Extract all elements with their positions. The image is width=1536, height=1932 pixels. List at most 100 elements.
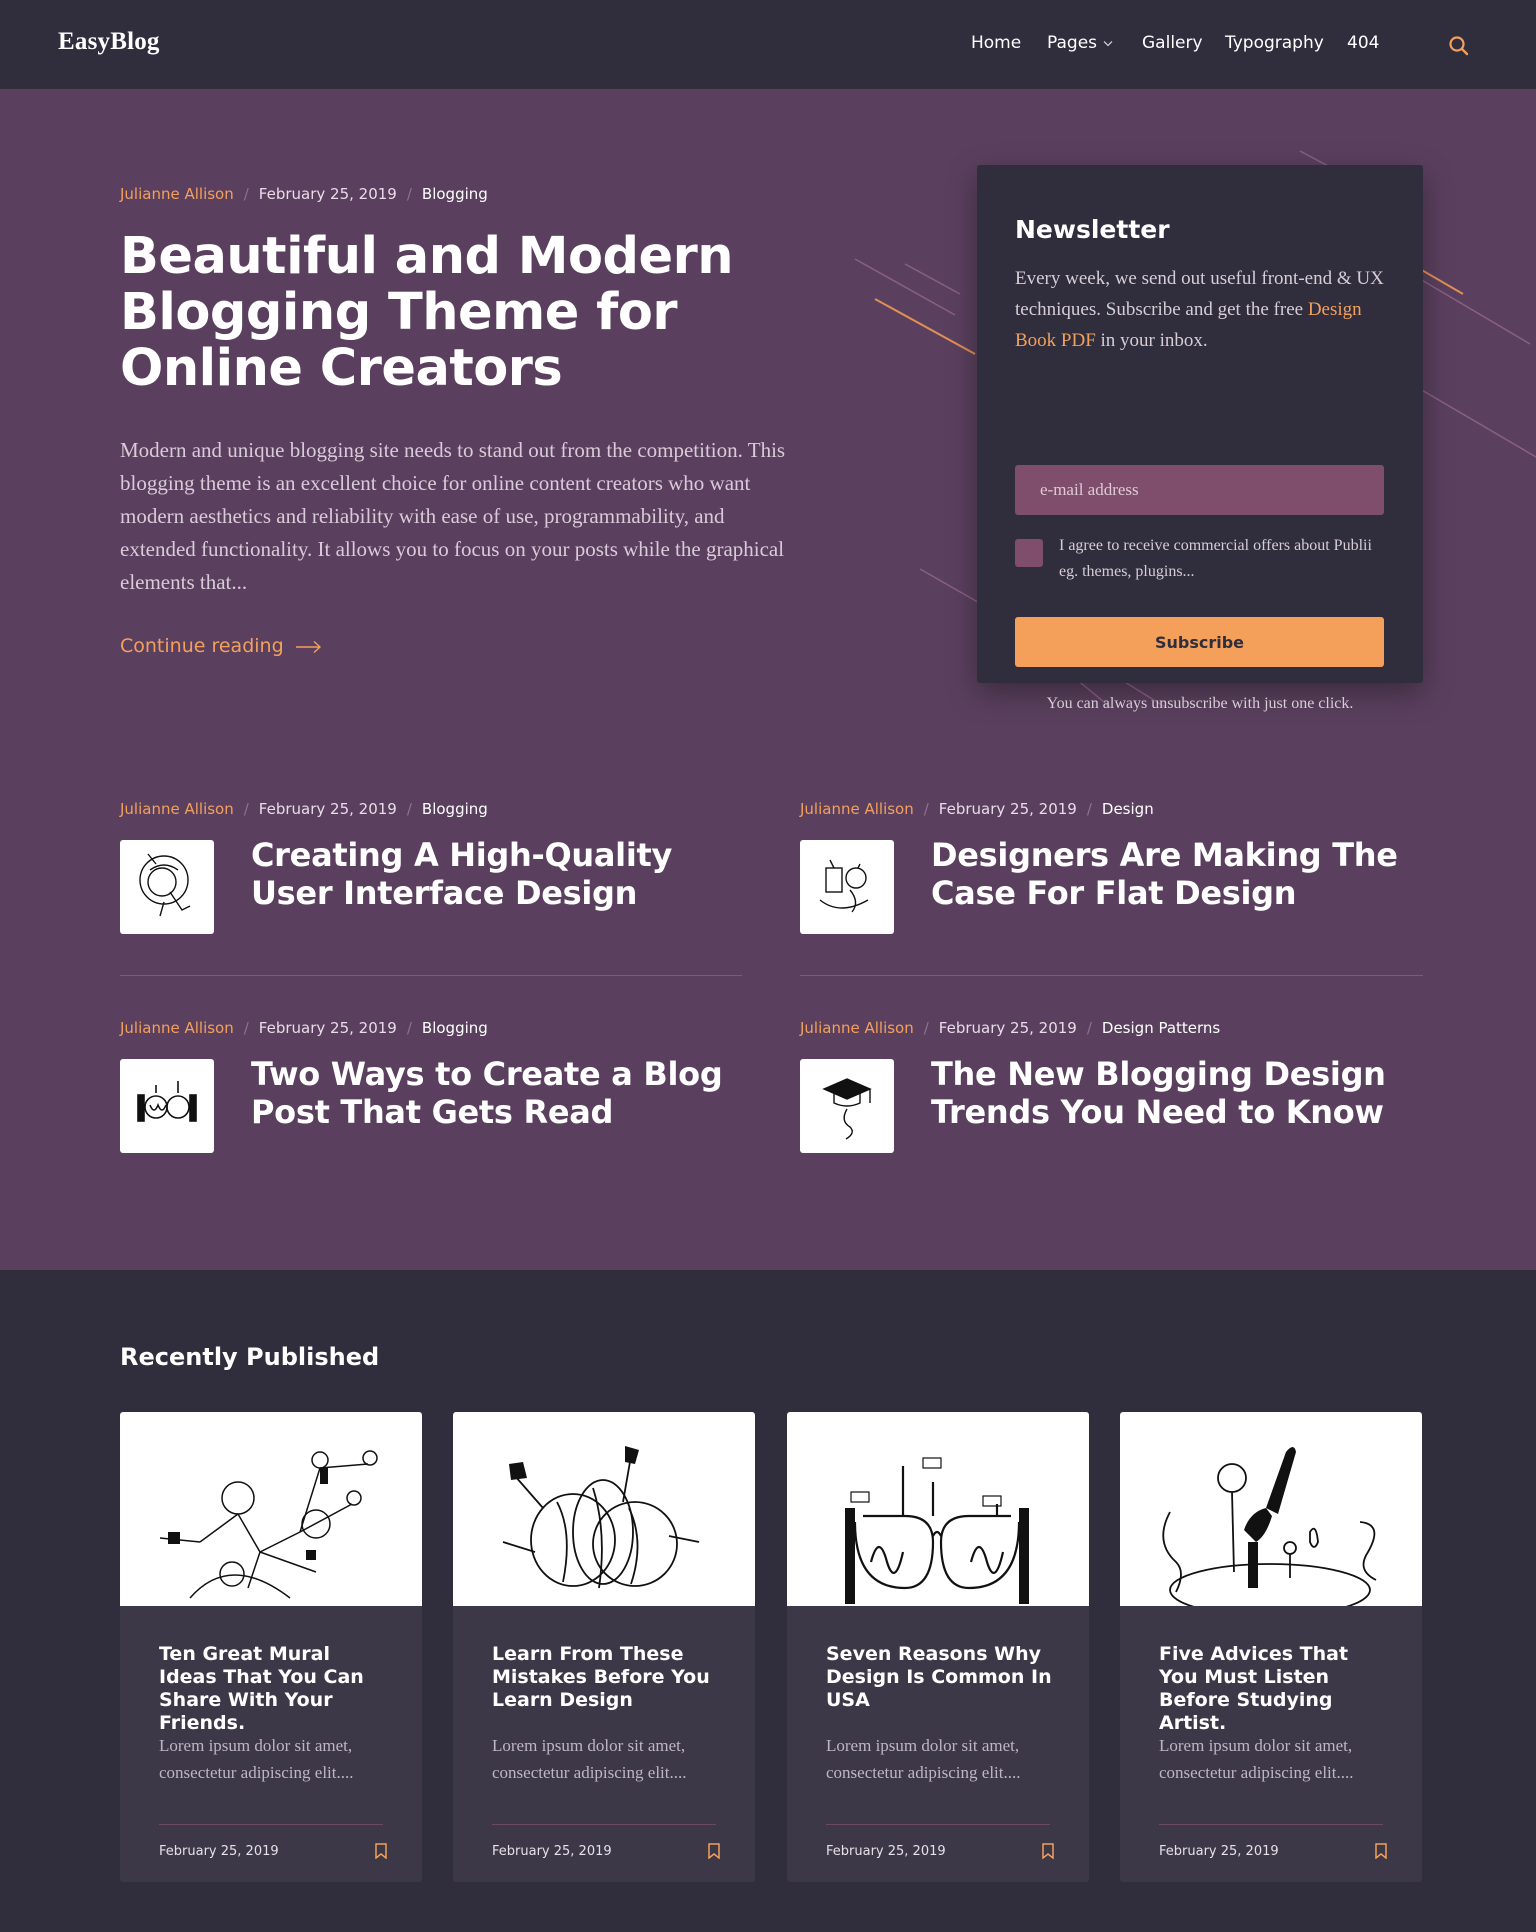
post-date: February 25, 2019	[938, 1019, 1077, 1037]
card-title[interactable]: Ten Great Mural Ideas That You Can Share…	[159, 1643, 389, 1735]
lightbulbs-illustration	[159, 1450, 378, 1599]
post-date: February 25, 2019	[938, 800, 1077, 818]
post-title[interactable]: The New Blogging Design Trends You Need …	[931, 1055, 1431, 1131]
post-thumbnail[interactable]	[120, 1059, 214, 1153]
post-author[interactable]: Julianne Allison	[120, 800, 234, 818]
post-thumbnail[interactable]	[800, 840, 894, 934]
recent-post-card[interactable]: Seven Reasons Why Design Is Common In US…	[787, 1412, 1089, 1882]
newsletter-text-after: in your inbox.	[1095, 330, 1208, 351]
recent-post-card[interactable]: Learn From These Mistakes Before You Lea…	[453, 1412, 755, 1882]
continue-reading-label: Continue reading	[120, 635, 284, 657]
nav-item-gallery[interactable]: Gallery	[1142, 33, 1203, 53]
recently-published-heading: Recently Published	[120, 1343, 380, 1371]
bookmark-icon[interactable]	[374, 1843, 388, 1859]
hero-excerpt: Modern and unique blogging site needs to…	[120, 438, 786, 594]
illustration-image	[822, 1078, 872, 1140]
card-date: February 25, 2019	[159, 1844, 279, 1859]
post-date: February 25, 2019	[258, 800, 397, 818]
meta-separator: /	[406, 1019, 412, 1037]
meta-separator: /	[923, 800, 929, 818]
nav-item-pages[interactable]: Pages	[1047, 33, 1113, 53]
nav-item-home[interactable]: Home	[971, 33, 1021, 53]
hero-section: Julianne Allison / February 25, 2019 / Blogg…	[0, 89, 1536, 1270]
newsletter-box: Newsletter Every week, we send out usefu…	[977, 165, 1423, 712]
card-excerpt: Lorem ipsum dolor sit amet, consectetur …	[826, 1736, 1021, 1782]
agree-label: I agree to receive commercial offers abo…	[1059, 537, 1372, 580]
post-date: February 25, 2019	[258, 185, 397, 203]
card-divider	[826, 1824, 1050, 1825]
card-excerpt: Lorem ipsum dolor sit amet, consectetur …	[159, 1736, 354, 1782]
search-icon[interactable]	[1448, 35, 1470, 57]
brush-illustration	[1162, 1447, 1377, 1617]
card-title[interactable]: Five Advices That You Must Listen Before…	[1159, 1643, 1389, 1735]
featured-divider	[800, 975, 1423, 976]
bookmark-icon[interactable]	[707, 1843, 721, 1859]
featured-post: Julianne Allison / February 25, 2019 / Blogg…	[120, 1019, 740, 1179]
pumpkins-illustration	[502, 1446, 700, 1589]
post-title[interactable]: Designers Are Making The Case For Flat D…	[931, 836, 1431, 912]
newsletter-title: Newsletter	[1015, 215, 1170, 244]
card-title[interactable]: Learn From These Mistakes Before You Lea…	[492, 1643, 722, 1712]
post-title[interactable]: Creating A High-Quality User Interface D…	[251, 836, 751, 912]
post-date: February 25, 2019	[258, 1019, 397, 1037]
meta-separator: /	[1086, 800, 1092, 818]
email-field[interactable]	[1015, 465, 1384, 515]
bookmark-icon[interactable]	[1374, 1843, 1388, 1859]
card-excerpt: Lorem ipsum dolor sit amet, consectetur …	[492, 1736, 687, 1782]
post-category[interactable]: Design Patterns	[1102, 1019, 1220, 1037]
post-author[interactable]: Julianne Allison	[120, 185, 234, 203]
meta-separator: /	[923, 1019, 929, 1037]
post-category[interactable]: Blogging	[422, 185, 488, 203]
card-image[interactable]	[1120, 1412, 1422, 1617]
agree-checkbox[interactable]	[1015, 539, 1043, 567]
post-category[interactable]: Design	[1102, 800, 1154, 818]
recent-post-card[interactable]: Five Advices That You Must Listen Before…	[1120, 1412, 1422, 1882]
card-divider	[1159, 1824, 1383, 1825]
featured-post: Julianne Allison / February 25, 2019 / Desig…	[800, 1019, 1420, 1179]
bookmark-icon[interactable]	[1041, 1843, 1055, 1859]
nav-item-typography[interactable]: Typography	[1225, 33, 1324, 53]
post-meta: Julianne Allison / February 25, 2019 / Desig…	[800, 1019, 1220, 1037]
post-author[interactable]: Julianne Allison	[120, 1019, 234, 1037]
site-header: EasyBlog Home Pages Gallery Typography 4…	[0, 0, 1536, 89]
featured-post: Julianne Allison / February 25, 2019 / Blogg…	[120, 800, 740, 960]
meta-separator: /	[1086, 1019, 1092, 1037]
post-author[interactable]: Julianne Allison	[800, 1019, 914, 1037]
post-thumbnail[interactable]	[120, 840, 214, 934]
card-divider	[159, 1824, 383, 1825]
featured-post: Julianne Allison / February 25, 2019 / Desig…	[800, 800, 1420, 960]
illustration-image	[819, 859, 869, 913]
featured-divider	[120, 975, 742, 976]
hero-title[interactable]: Beautiful and Modern Blogging Theme for …	[120, 229, 800, 397]
card-date: February 25, 2019	[492, 1844, 612, 1859]
post-author[interactable]: Julianne Allison	[800, 800, 914, 818]
card-image[interactable]	[120, 1412, 422, 1606]
meta-separator: /	[243, 185, 249, 203]
meta-separator: /	[406, 185, 412, 203]
illustration-image	[139, 853, 191, 917]
site-logo[interactable]: EasyBlog	[58, 28, 160, 56]
card-image[interactable]	[787, 1412, 1089, 1606]
post-meta: Julianne Allison / February 25, 2019 / Blogg…	[120, 1019, 488, 1037]
post-meta: Julianne Allison / February 25, 2019 / Blogg…	[120, 800, 488, 818]
card-image[interactable]	[453, 1412, 755, 1606]
arrow-right-icon	[295, 640, 321, 653]
card-date: February 25, 2019	[826, 1844, 946, 1859]
post-category[interactable]: Blogging	[422, 800, 488, 818]
post-meta: Julianne Allison / February 25, 2019 / Desig…	[800, 800, 1154, 818]
subscribe-button[interactable]: Subscribe	[1015, 617, 1384, 667]
meta-separator: /	[243, 800, 249, 818]
post-thumbnail[interactable]	[800, 1059, 894, 1153]
card-title[interactable]: Seven Reasons Why Design Is Common In US…	[826, 1643, 1056, 1712]
recent-post-card[interactable]: Ten Great Mural Ideas That You Can Share…	[120, 1412, 422, 1882]
post-category[interactable]: Blogging	[422, 1019, 488, 1037]
continue-reading-link[interactable]: Continue reading	[120, 635, 322, 657]
post-title[interactable]: Two Ways to Create a Blog Post That Gets…	[251, 1055, 751, 1131]
card-excerpt: Lorem ipsum dolor sit amet, consectetur …	[1159, 1736, 1354, 1782]
card-divider	[492, 1824, 716, 1825]
glasses-illustration	[845, 1457, 1029, 1604]
unsubscribe-note: You can always unsubscribe with just one…	[1046, 695, 1354, 712]
nav-item-404[interactable]: 404	[1347, 33, 1379, 53]
newsletter-description: Every week, we send out useful front-end…	[1015, 263, 1395, 356]
meta-separator: /	[406, 800, 412, 818]
